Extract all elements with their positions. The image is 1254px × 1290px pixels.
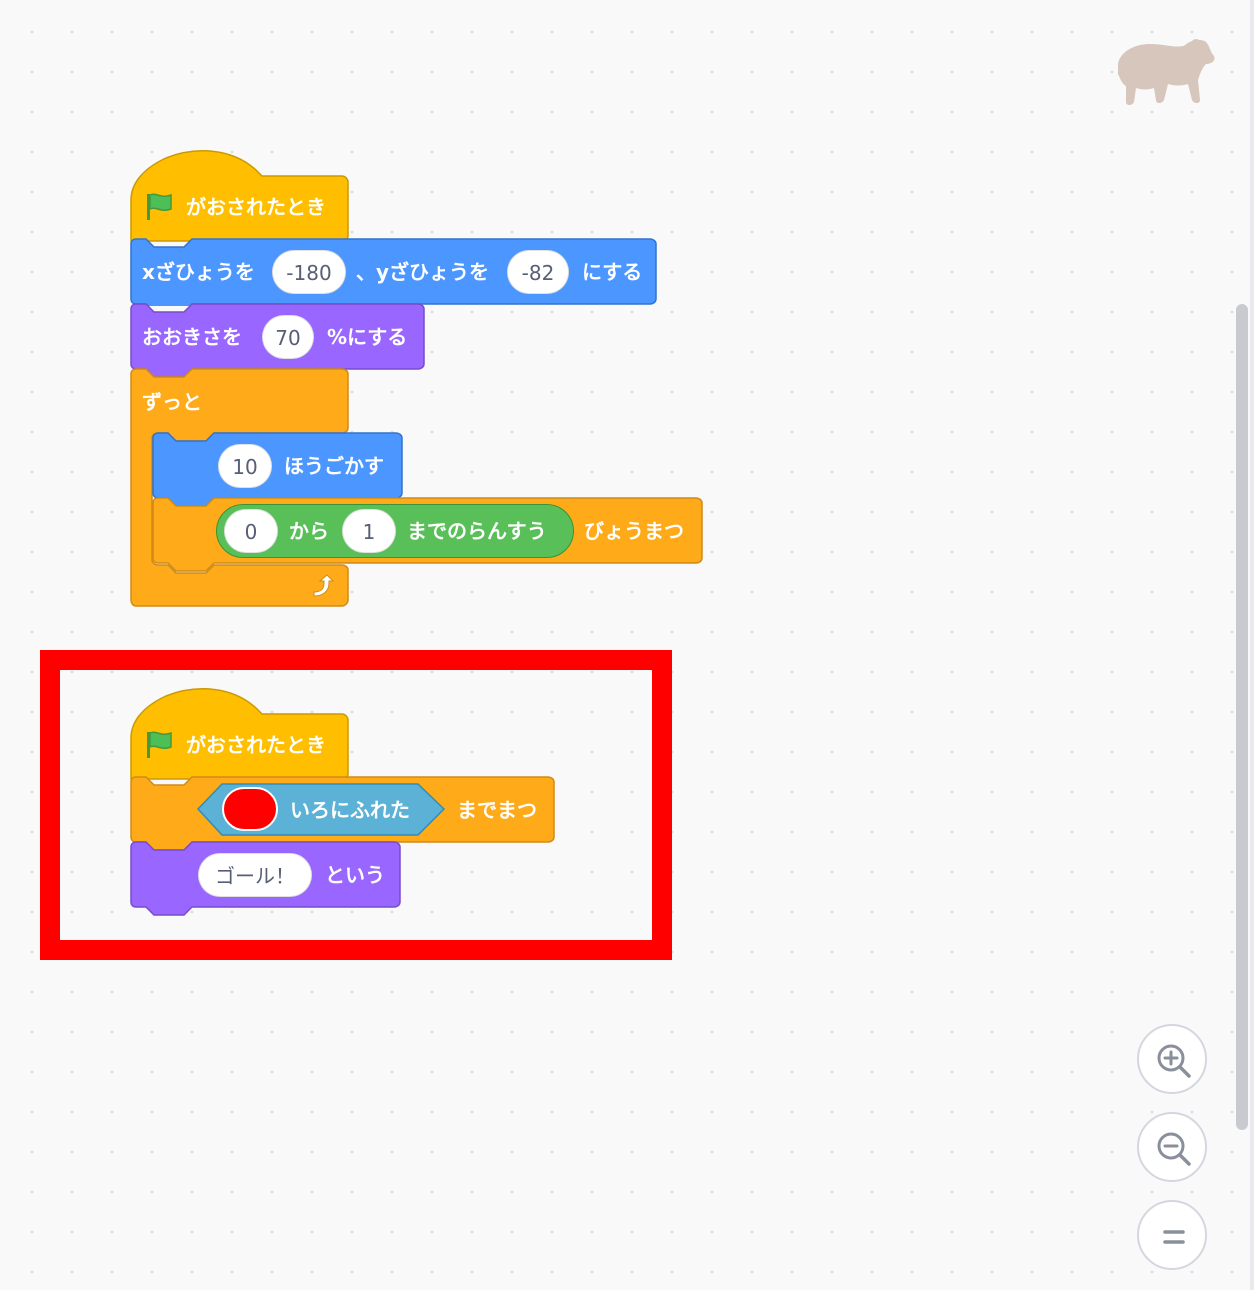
move-label: ほうごかす: [284, 454, 384, 478]
hat-label: がおされたとき: [186, 195, 326, 219]
size-input[interactable]: 70: [262, 315, 314, 359]
code-workspace[interactable]: がおされたとき xざひょうを -180 、yざひょうを -82 にする おおきさ…: [0, 0, 1254, 1290]
goto-label-x: xざひょうを: [142, 260, 255, 284]
zoom-in-icon: [1157, 1044, 1191, 1078]
zoom-out-icon: [1157, 1132, 1191, 1166]
loop-arrow-icon: [313, 574, 334, 597]
zoom-out-button[interactable]: [1137, 1112, 1207, 1182]
zoom-in-button[interactable]: [1137, 1024, 1207, 1094]
vertical-scrollbar[interactable]: [1236, 304, 1248, 1130]
bear-icon: [1118, 39, 1215, 106]
zoom-reset-button[interactable]: [1137, 1200, 1207, 1270]
random-label: までのらんすう: [407, 519, 547, 543]
goto-label-y: 、yざひょうを: [356, 260, 490, 284]
green-flag-icon: [147, 193, 172, 220]
goto-label-end: にする: [582, 260, 643, 284]
size-label: おおきさを: [142, 325, 242, 349]
zoom-reset-icon: [1163, 1230, 1185, 1244]
random-to-input[interactable]: 1: [342, 509, 396, 553]
workspace-edge: [1250, 0, 1254, 1290]
x-input[interactable]: -180: [272, 250, 346, 294]
random-from-label: から: [289, 519, 329, 543]
size-label-end: %にする: [327, 325, 408, 349]
highlight-box: [40, 650, 672, 960]
steps-input[interactable]: 10: [218, 444, 272, 488]
forever-label: ずっと: [142, 390, 202, 414]
wait-label-end: びょうまつ: [584, 519, 684, 543]
y-input[interactable]: -82: [507, 250, 569, 294]
random-from-input[interactable]: 0: [224, 509, 278, 553]
